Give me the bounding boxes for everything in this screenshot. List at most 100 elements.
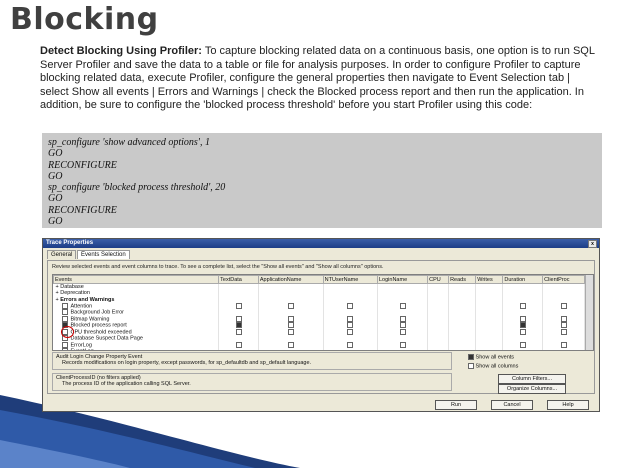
- slide-title: Blocking: [10, 2, 159, 37]
- column-checkbox[interactable]: [399, 322, 406, 329]
- column-info-text: The process ID of the application callin…: [62, 381, 191, 387]
- help-button[interactable]: Help: [547, 400, 589, 410]
- column-checkbox[interactable]: [287, 328, 294, 335]
- column-checkbox[interactable]: [287, 322, 294, 329]
- column-cell[interactable]: [502, 283, 544, 291]
- column-cell[interactable]: [475, 348, 504, 350]
- column-checkbox[interactable]: [519, 322, 526, 329]
- column-cell[interactable]: [448, 348, 477, 350]
- column-checkbox[interactable]: [399, 302, 406, 309]
- event-checkbox[interactable]: [61, 309, 68, 316]
- column-checkbox[interactable]: [347, 341, 354, 348]
- column-cell[interactable]: [218, 348, 259, 350]
- column-cell[interactable]: [448, 283, 477, 291]
- cancel-button[interactable]: Cancel: [491, 400, 533, 410]
- column-checkbox[interactable]: [560, 315, 567, 322]
- column-info-box: ClientProcessID (no filters applied) The…: [52, 373, 452, 391]
- column-checkbox[interactable]: [347, 322, 354, 329]
- column-cell[interactable]: [377, 283, 429, 291]
- show-all-columns-option[interactable]: Show all columns: [468, 363, 518, 369]
- column-header[interactable]: LoginName: [376, 275, 429, 284]
- column-cell[interactable]: [258, 283, 324, 291]
- column-checkbox[interactable]: [235, 341, 242, 348]
- column-checkbox[interactable]: [519, 341, 526, 348]
- code-line: RECONFIGURE: [48, 159, 117, 171]
- column-header[interactable]: Events: [53, 275, 220, 284]
- code-block: sp_configure 'show advanced options', 1G…: [42, 133, 602, 228]
- column-cell[interactable]: [323, 348, 379, 350]
- event-checkbox[interactable]: [61, 348, 68, 350]
- column-cell[interactable]: [377, 348, 429, 350]
- column-cell[interactable]: [323, 283, 379, 291]
- column-header[interactable]: Writes: [475, 275, 504, 284]
- column-cell[interactable]: [427, 348, 450, 350]
- organize-columns-button[interactable]: Organize Columns...: [498, 384, 566, 394]
- column-checkbox[interactable]: [560, 328, 567, 335]
- slide-body: Detect Blocking Using Profiler: To captu…: [40, 45, 600, 113]
- code-line: sp_configure 'blocked process threshold'…: [48, 182, 226, 194]
- column-header[interactable]: Duration: [502, 275, 544, 284]
- column-checkbox[interactable]: [287, 341, 294, 348]
- column-checkbox[interactable]: [347, 315, 354, 322]
- dialog-titlebar: Trace Properties x: [43, 239, 599, 248]
- column-cell[interactable]: [542, 283, 585, 291]
- event-checkbox[interactable]: [61, 315, 68, 322]
- column-cell[interactable]: [475, 283, 504, 291]
- column-checkbox[interactable]: [519, 315, 526, 322]
- column-checkbox[interactable]: [235, 315, 242, 322]
- tab-general[interactable]: General: [47, 250, 77, 259]
- tab-events-selection[interactable]: Events Selection: [77, 250, 130, 259]
- column-header[interactable]: CPU: [427, 275, 450, 284]
- column-checkbox[interactable]: [560, 322, 567, 329]
- code-line: GO: [48, 148, 63, 160]
- column-checkbox[interactable]: [399, 328, 406, 335]
- lead-bold: Detect Blocking Using Profiler:: [40, 45, 202, 57]
- column-header[interactable]: ClientProc: [542, 275, 585, 284]
- column-header[interactable]: ApplicationName: [257, 275, 324, 284]
- column-checkbox[interactable]: [560, 341, 567, 348]
- event-row[interactable]: + Database: [53, 283, 585, 291]
- column-checkbox[interactable]: [235, 328, 242, 335]
- column-cell[interactable]: [427, 283, 450, 291]
- code-line: GO: [48, 216, 63, 228]
- column-header[interactable]: TextData: [218, 275, 259, 284]
- event-info-text: Records modifications on login property,…: [62, 360, 312, 366]
- column-header[interactable]: NTUserName: [322, 275, 379, 284]
- column-filters-button[interactable]: Column Filters...: [498, 374, 566, 384]
- column-checkbox[interactable]: [519, 328, 526, 335]
- column-checkbox[interactable]: [287, 315, 294, 322]
- column-header[interactable]: Reads: [448, 275, 477, 284]
- highlight-circle: [61, 326, 74, 338]
- column-checkbox[interactable]: [399, 315, 406, 322]
- column-cell[interactable]: [502, 348, 544, 350]
- column-checkbox[interactable]: [347, 328, 354, 335]
- events-grid: Events TextData ApplicationName NTUserName L…: [52, 274, 594, 351]
- event-info-box: Audit Login Change Property Event Record…: [52, 352, 452, 370]
- event-checkbox[interactable]: [61, 341, 68, 348]
- column-checkbox[interactable]: [287, 302, 294, 309]
- show-all-columns-checkbox[interactable]: [468, 363, 474, 369]
- event-row[interactable]: EventLog: [53, 348, 585, 350]
- event-cell: + Database: [53, 283, 220, 291]
- column-cell[interactable]: [258, 348, 324, 350]
- column-checkbox[interactable]: [235, 322, 242, 329]
- event-label: Background Job Error: [70, 309, 125, 316]
- events-selection-pane: Review selected events and event columns…: [47, 260, 595, 394]
- event-label: EventLog: [71, 349, 94, 350]
- column-cell[interactable]: [542, 348, 585, 350]
- run-button[interactable]: Run: [435, 400, 477, 410]
- column-checkbox[interactable]: [235, 302, 242, 309]
- event-checkbox[interactable]: [61, 302, 68, 309]
- event-label: Errors and Warnings: [60, 296, 115, 303]
- column-checkbox[interactable]: [347, 302, 354, 309]
- column-checkbox[interactable]: [399, 341, 406, 348]
- show-all-events-checkbox[interactable]: [468, 354, 474, 360]
- column-cell[interactable]: [218, 283, 259, 291]
- event-cell: EventLog: [53, 348, 220, 350]
- close-icon[interactable]: x: [588, 240, 597, 248]
- dialog-title: Trace Properties: [46, 240, 94, 246]
- column-checkbox[interactable]: [519, 302, 526, 309]
- show-all-events-option[interactable]: Show all events: [468, 354, 514, 360]
- grid-scrollbar[interactable]: [585, 275, 593, 350]
- column-checkbox[interactable]: [560, 302, 567, 309]
